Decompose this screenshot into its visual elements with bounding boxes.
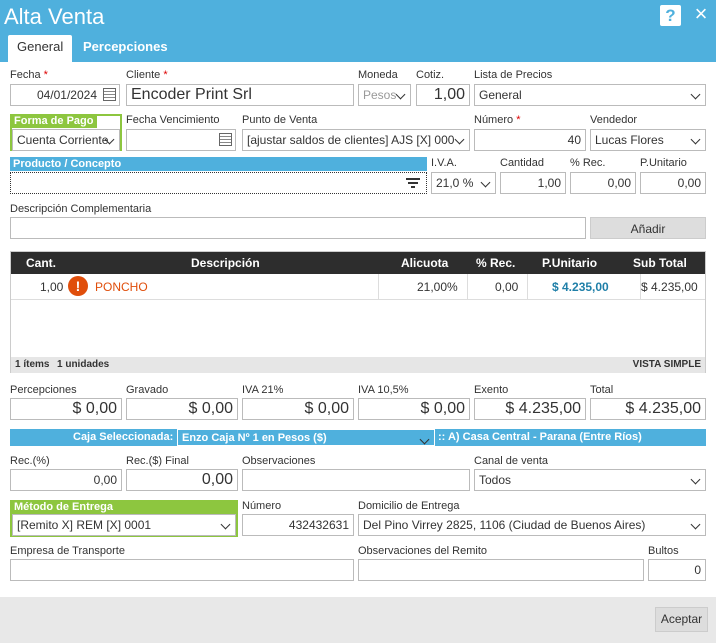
- close-icon[interactable]: ×: [690, 3, 712, 25]
- obs-remito-field[interactable]: [358, 559, 644, 581]
- cotiz-field[interactable]: 1,00: [416, 84, 470, 106]
- numero-label: Número *: [474, 114, 521, 126]
- iva105-total: $ 0,00: [358, 398, 470, 420]
- rec-final-label: Rec.($) Final: [126, 455, 189, 467]
- producto-label: Producto / Concepto: [10, 157, 427, 171]
- forma-pago-select[interactable]: Cuenta Corriente: [12, 129, 120, 151]
- iva105-label: IVA 10,5%: [358, 384, 409, 396]
- exento-label: Exento: [474, 384, 509, 396]
- vendedor-label: Vendedor: [590, 114, 638, 126]
- calendar-icon[interactable]: [219, 133, 232, 146]
- fecha-venc-label: Fecha Vencimiento: [126, 114, 220, 126]
- cantidad-field[interactable]: 1,00: [500, 172, 566, 194]
- canal-select[interactable]: Todos: [474, 469, 706, 491]
- punto-venta-select[interactable]: [ajustar saldos de clientes] AJS [X] 000: [242, 129, 470, 151]
- numero2-label: Número: [242, 500, 282, 512]
- anadir-button[interactable]: Añadir: [590, 217, 706, 239]
- cliente-field[interactable]: Encoder Print Srl: [126, 84, 354, 106]
- pct-rec-field[interactable]: 0,00: [570, 172, 636, 194]
- canal-label: Canal de venta: [474, 455, 548, 467]
- numero-field[interactable]: 40: [474, 129, 586, 151]
- metodo-entrega-label: Método de Entrega: [10, 500, 238, 514]
- domicilio-select[interactable]: Del Pino Virrey 2825, 1106 (Ciudad de Bu…: [358, 514, 706, 536]
- tab-general[interactable]: General: [8, 35, 72, 62]
- punitario-label: P.Unitario: [640, 157, 687, 169]
- exento-total: $ 4.235,00: [474, 398, 586, 420]
- lista-precios-label: Lista de Precios: [474, 69, 553, 81]
- vista-simple-link[interactable]: VISTA SIMPLE: [633, 357, 701, 373]
- row-rec: 0,00: [495, 280, 519, 294]
- caja-bar: Caja Seleccionada: Enzo Caja Nº 1 en Pes…: [10, 429, 706, 446]
- col-alicuota[interactable]: Alicuota: [401, 256, 448, 270]
- observaciones-field[interactable]: [242, 469, 470, 491]
- row-alicuota: 21,00%: [417, 280, 458, 294]
- fecha-field[interactable]: 04/01/2024: [10, 84, 120, 106]
- tab-percepciones[interactable]: Percepciones: [74, 35, 177, 62]
- row-punitario: $ 4.235,00: [552, 280, 609, 294]
- col-descripcion[interactable]: Descripción: [191, 256, 260, 270]
- moneda-select[interactable]: Pesos: [358, 84, 411, 106]
- units-count: 1 unidades: [57, 359, 110, 370]
- col-rec[interactable]: % Rec.: [476, 256, 515, 270]
- total-label: Total: [590, 384, 614, 396]
- bultos-label: Bultos: [648, 545, 679, 557]
- row-subtotal: $ 4.235,00: [641, 280, 698, 294]
- rec-final-field[interactable]: 0,00: [126, 469, 238, 491]
- fecha-venc-field[interactable]: [126, 129, 236, 151]
- gravado-label: Gravado: [126, 384, 169, 396]
- iva-label: I.V.A.: [431, 157, 457, 169]
- window-title: Alta Venta: [4, 4, 105, 29]
- numero2-field[interactable]: 432432631: [242, 514, 354, 536]
- punitario-field[interactable]: 0,00: [640, 172, 706, 194]
- caja-select[interactable]: Enzo Caja Nº 1 en Pesos ($): [177, 429, 435, 446]
- iva21-label: IVA 21%: [242, 384, 284, 396]
- vendedor-select[interactable]: Lucas Flores: [590, 129, 706, 151]
- col-cant[interactable]: Cant.: [26, 256, 56, 270]
- cantidad-label: Cantidad: [500, 157, 545, 169]
- grand-total: $ 4.235,00: [590, 398, 706, 420]
- items-grid: Cant. Descripción Alicuota % Rec. P.Unit…: [10, 251, 706, 373]
- domicilio-label: Domicilio de Entrega: [358, 500, 460, 512]
- grid-header: Cant. Descripción Alicuota % Rec. P.Unit…: [11, 252, 705, 274]
- iva21-total: $ 0,00: [242, 398, 354, 420]
- metodo-entrega-select[interactable]: [Remito X] REM [X] 0001: [12, 514, 236, 536]
- lista-precios-select[interactable]: General: [474, 84, 706, 106]
- help-icon[interactable]: ?: [660, 5, 681, 26]
- empresa-transporte-field[interactable]: [10, 559, 354, 581]
- obs-remito-label: Observaciones del Remito: [358, 545, 488, 557]
- producto-input[interactable]: [10, 172, 427, 194]
- percepciones-label: Percepciones: [10, 384, 77, 396]
- forma-pago-label: Forma de Pago: [10, 114, 98, 128]
- rec-pct-field[interactable]: 0,00: [10, 469, 122, 491]
- title-bar: Alta Venta ? × General Percepciones: [0, 0, 716, 62]
- grid-footer: 1 ítems 1 unidades VISTA SIMPLE: [11, 357, 705, 373]
- bultos-field[interactable]: 0: [648, 559, 706, 581]
- row-descripcion: PONCHO: [95, 280, 148, 294]
- desc-comp-field[interactable]: [10, 217, 586, 239]
- aceptar-button[interactable]: Aceptar: [655, 607, 708, 632]
- empresa-transporte-label: Empresa de Transporte: [10, 545, 125, 557]
- cliente-label: Cliente *: [126, 69, 168, 81]
- warning-icon[interactable]: !: [68, 276, 88, 296]
- observaciones-label: Observaciones: [242, 455, 316, 467]
- gravado-total: $ 0,00: [126, 398, 238, 420]
- filter-icon[interactable]: [405, 176, 421, 190]
- sucursal-text: :: A) Casa Central - Parana (Entre Ríos): [438, 431, 642, 443]
- row-cant: 1,00: [40, 280, 64, 294]
- footer-bar: Aceptar: [0, 597, 716, 643]
- fecha-label: Fecha *: [10, 69, 48, 81]
- punto-venta-label: Punto de Venta: [242, 114, 318, 126]
- moneda-label: Moneda: [358, 69, 398, 81]
- desc-comp-label: Descripción Complementaria: [10, 203, 152, 215]
- rec-pct-label: Rec.(%): [10, 455, 50, 467]
- iva-select[interactable]: 21,0 %: [431, 172, 496, 194]
- col-subtotal[interactable]: Sub Total: [633, 256, 687, 270]
- percepciones-total: $ 0,00: [10, 398, 122, 420]
- caja-label: Caja Seleccionada:: [73, 431, 174, 443]
- calendar-icon[interactable]: [103, 88, 116, 101]
- cotiz-label: Cotiz.: [416, 69, 445, 81]
- col-punitario[interactable]: P.Unitario: [542, 256, 597, 270]
- items-count: 1 ítems: [15, 359, 50, 370]
- pct-rec-label: % Rec.: [570, 157, 606, 169]
